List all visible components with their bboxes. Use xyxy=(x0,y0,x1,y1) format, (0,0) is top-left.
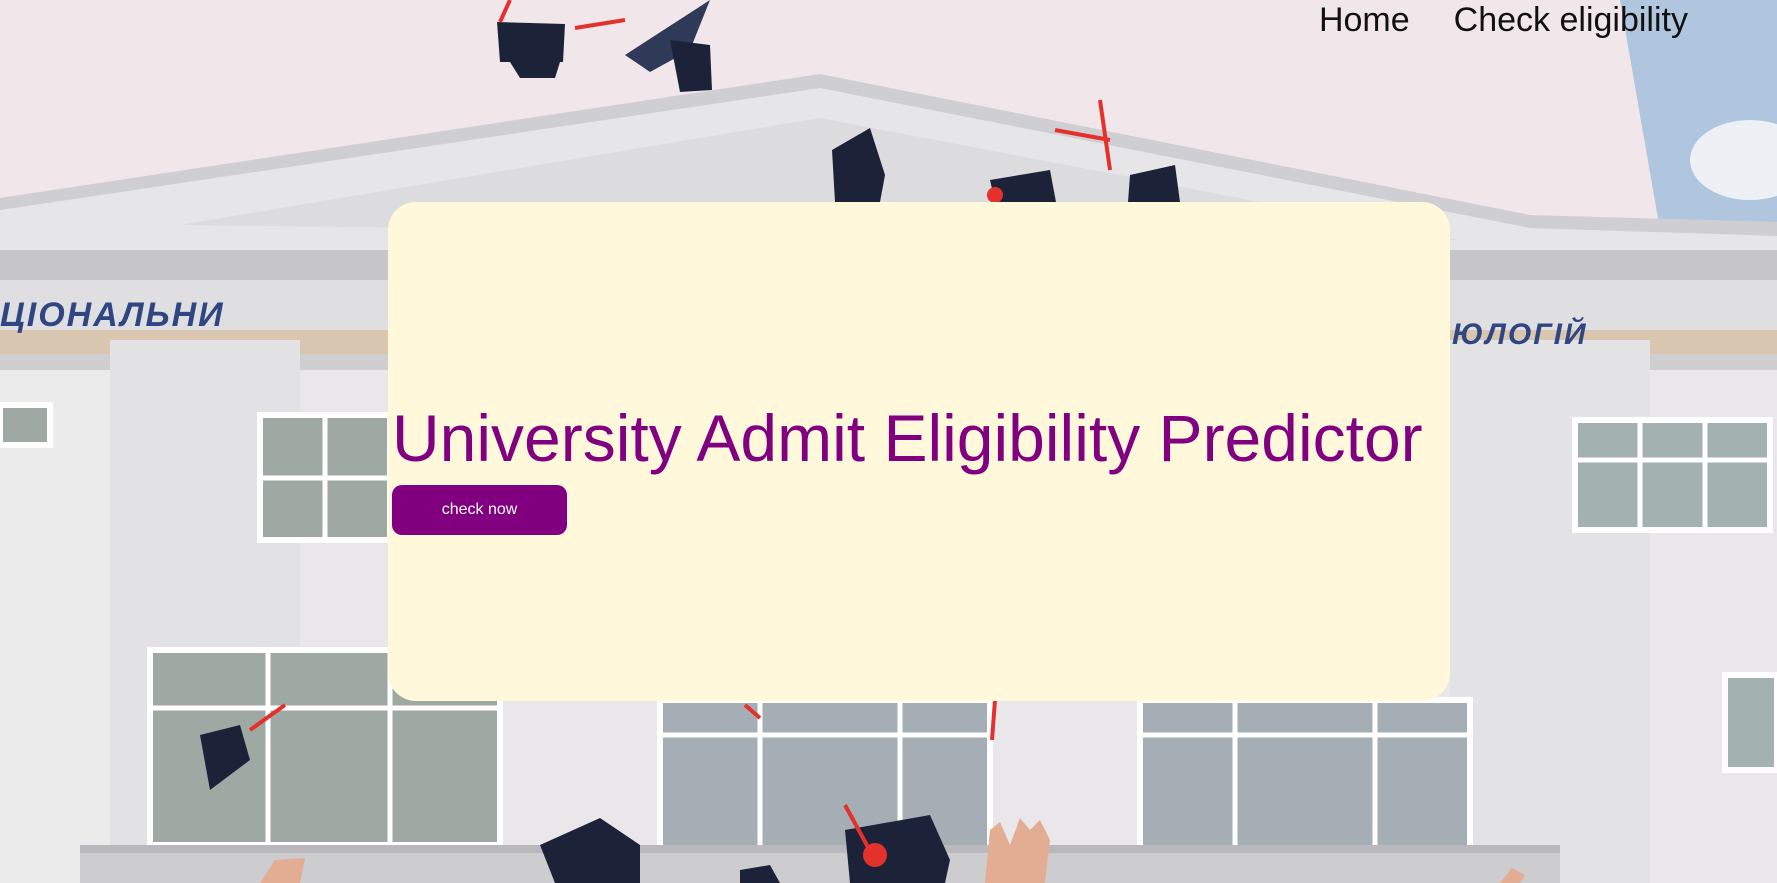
facade-sign-right: ЮЛОГІЙ xyxy=(1452,316,1588,351)
check-now-button[interactable]: check now xyxy=(392,485,567,535)
hero-card: University Admit Eligibility Predictor c… xyxy=(388,202,1450,701)
hero-title: University Admit Eligibility Predictor xyxy=(392,401,1423,475)
page: ЦІОНАЛЬНИ ЮЛОГІЙ Home Check eligibility … xyxy=(0,0,1777,883)
top-nav: Home Check eligibility xyxy=(1319,0,1688,40)
nav-link-check-eligibility[interactable]: Check eligibility xyxy=(1454,0,1688,40)
nav-link-home[interactable]: Home xyxy=(1319,0,1410,40)
facade-sign-left: ЦІОНАЛЬНИ xyxy=(0,296,225,334)
